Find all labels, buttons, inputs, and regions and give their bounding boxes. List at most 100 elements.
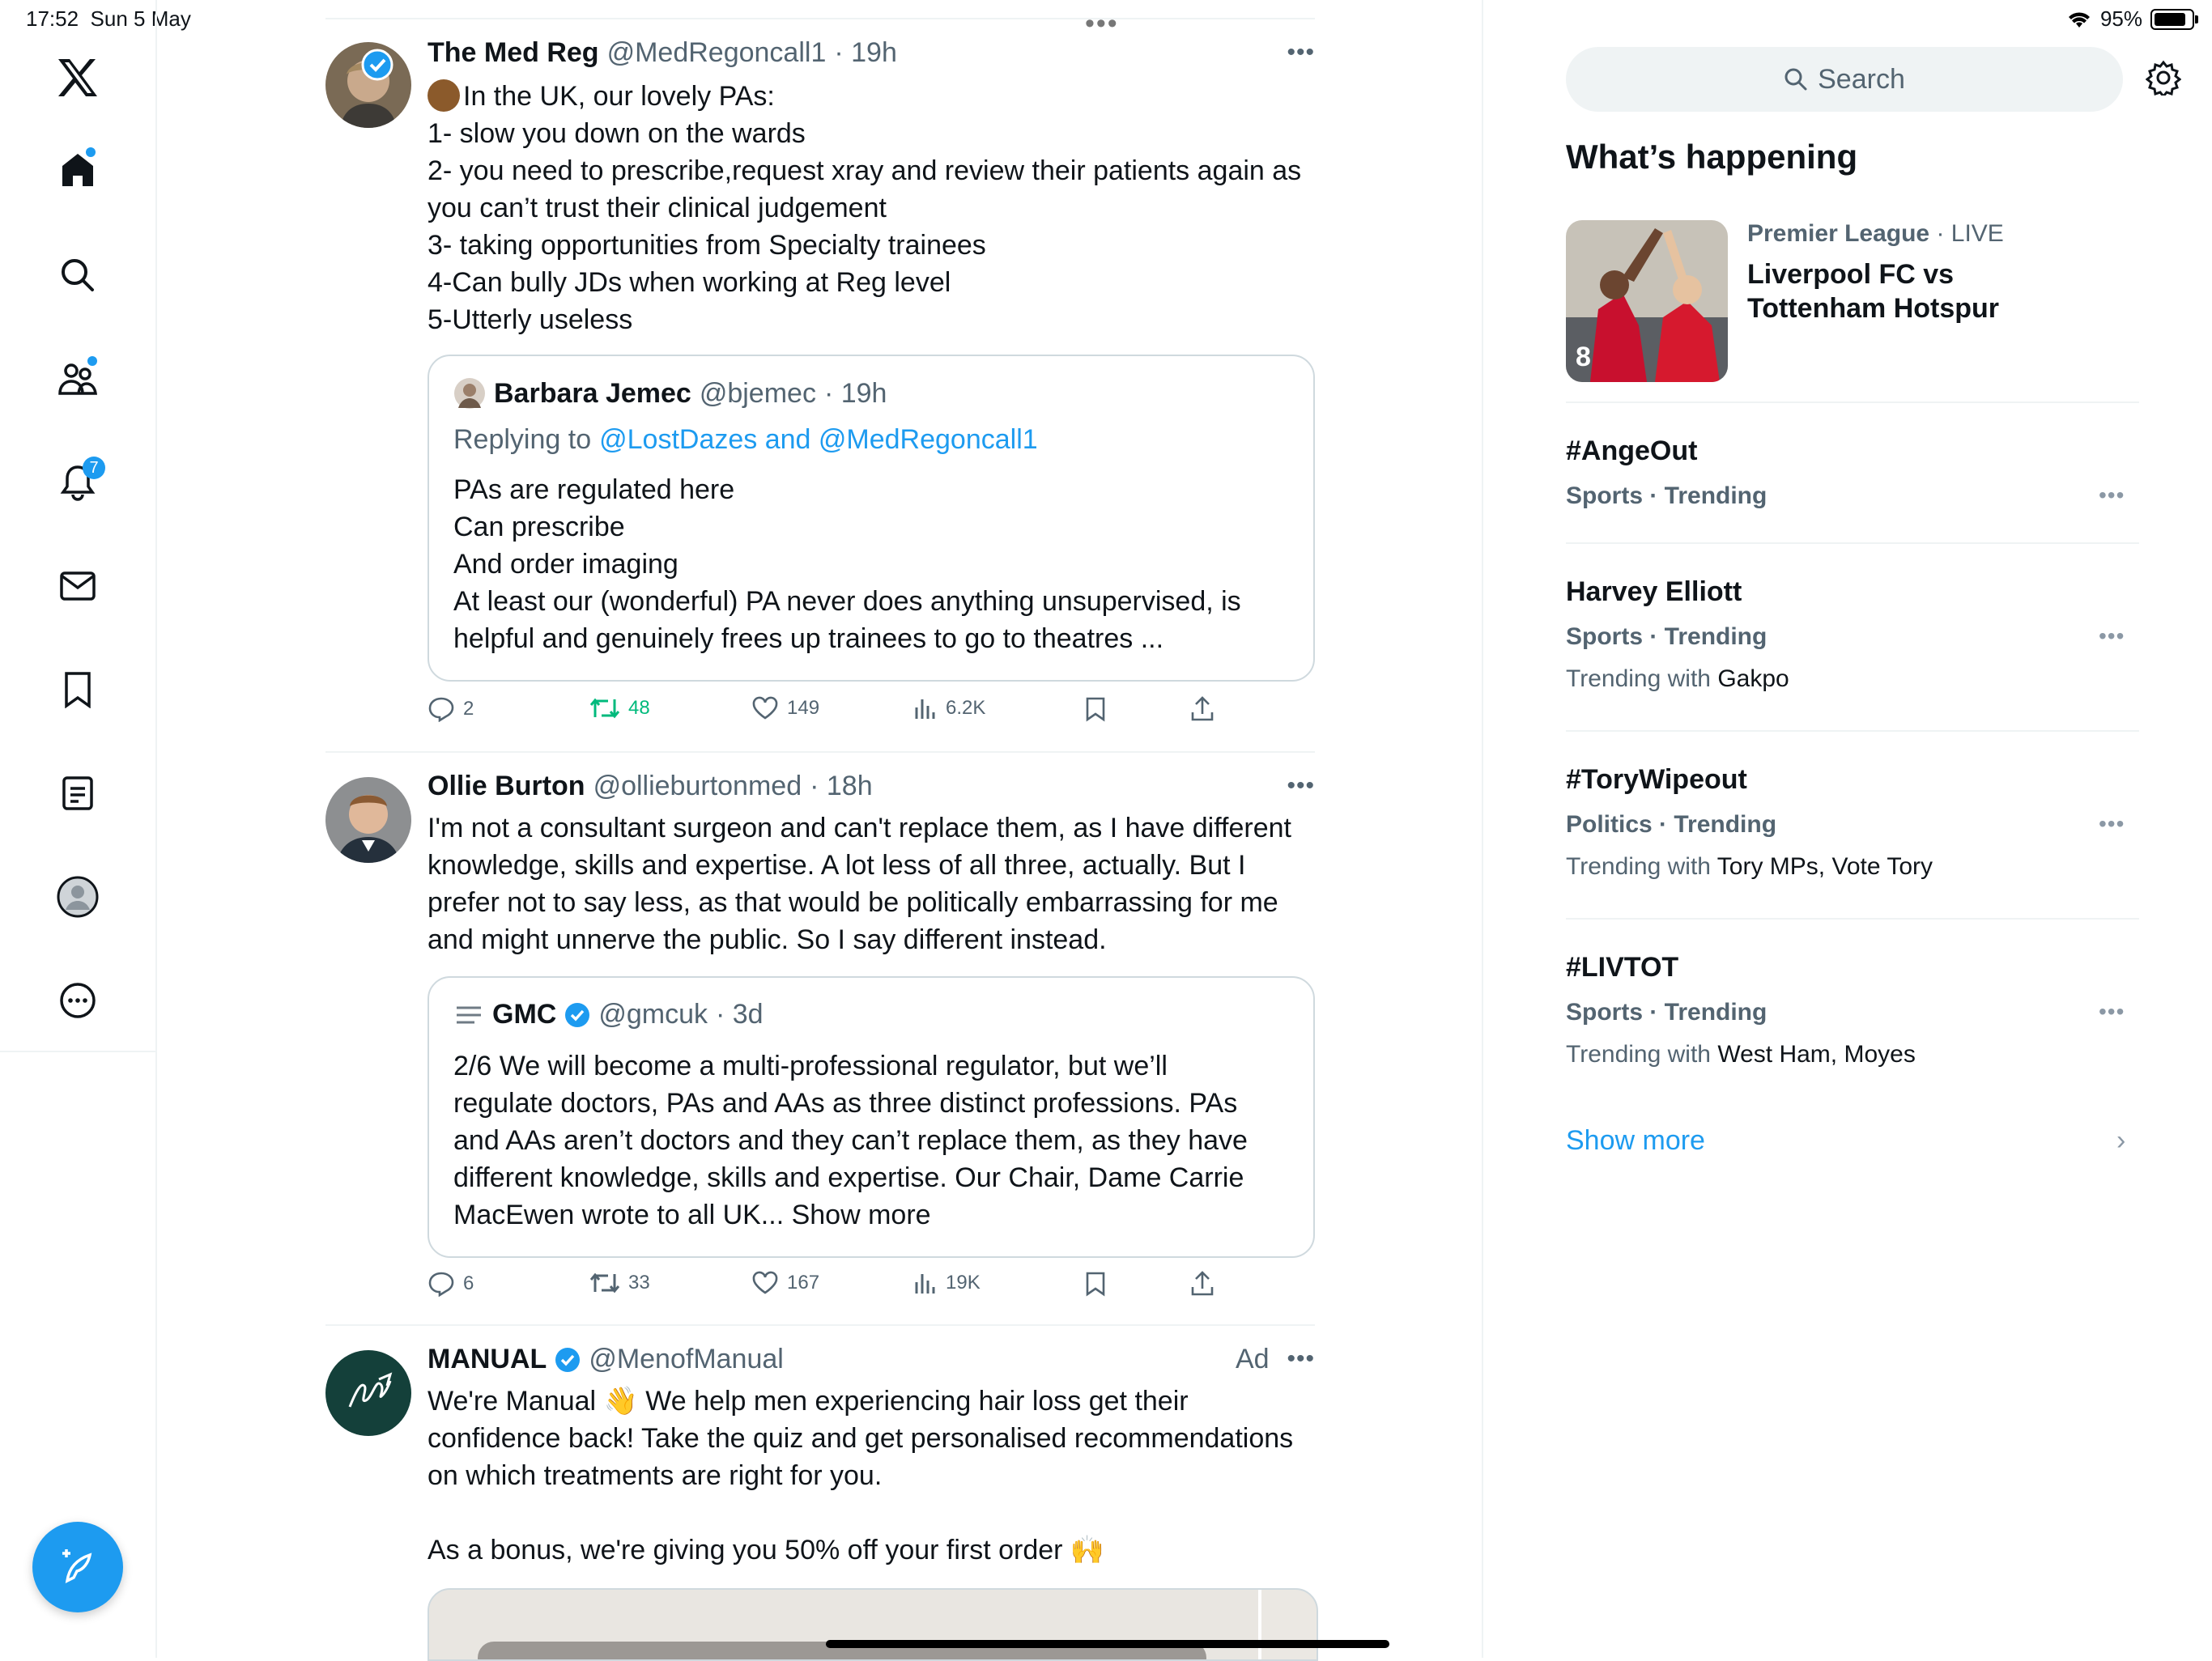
tweet-actions: 6 33 167 19K [428, 1271, 1237, 1303]
notifications-icon[interactable]: 7 [53, 457, 105, 507]
views-button[interactable]: 19K [913, 1271, 981, 1295]
trend-title: Harvey Elliott [1566, 576, 1742, 607]
reply-button[interactable]: 2 [428, 696, 474, 722]
profile-icon[interactable] [53, 873, 102, 921]
chevron-right-icon[interactable]: › [2116, 1125, 2125, 1157]
trend-related: Trending with Tory MPs, Vote Tory [1566, 853, 1933, 880]
event-category: Premier League [1747, 220, 1930, 247]
trend-more-icon[interactable]: ••• [2099, 999, 2125, 1025]
side-navigation [0, 0, 157, 1658]
bookmark-button[interactable] [1085, 1271, 1106, 1297]
communities-new-dot [87, 356, 97, 366]
quoted-author-name: GMC [492, 999, 557, 1030]
author-name[interactable]: Ollie Burton [428, 771, 585, 802]
author-handle[interactable]: @MenofManual [589, 1344, 784, 1375]
more-options-icon[interactable]: ••• [1287, 39, 1315, 66]
avatar[interactable] [325, 1350, 411, 1436]
trend-title: #LIVTOT [1566, 952, 1679, 983]
bookmarks-icon[interactable] [53, 665, 102, 714]
avatar [454, 378, 485, 409]
trend-meta: Politics · Trending [1566, 811, 1777, 838]
show-more-link[interactable]: Show more [1566, 1125, 1705, 1157]
more-options-icon[interactable]: ••• [1287, 772, 1315, 800]
trend-more-icon[interactable]: ••• [2099, 482, 2125, 508]
messages-icon[interactable] [53, 562, 102, 610]
quoted-author-handle: @bjemec [699, 377, 816, 409]
author-name[interactable]: The Med Reg [428, 37, 599, 69]
ad-label: Ad [1236, 1344, 1270, 1374]
reply-icon [428, 697, 454, 722]
lists-icon[interactable] [53, 769, 102, 818]
event-image: 8 [1566, 220, 1728, 382]
post-time[interactable]: · 19h [834, 37, 897, 69]
compose-post-button[interactable] [32, 1522, 123, 1612]
retweet-button[interactable]: 48 [589, 696, 650, 720]
share-icon [1191, 696, 1214, 721]
quoted-author-handle: @gmcuk [598, 999, 708, 1030]
brown-circle-emoji [428, 79, 460, 112]
views-button[interactable]: 6.2K [913, 696, 985, 720]
event-title: Liverpool FC vs Tottenham Hotspur [1747, 259, 2000, 324]
event-status: · LIVE [1936, 220, 2004, 247]
trend-related: Trending with Gakpo [1566, 665, 1789, 692]
retweet-icon [589, 1272, 620, 1294]
avatar[interactable] [325, 42, 411, 128]
like-button[interactable]: 167 [751, 1271, 819, 1295]
home-icon[interactable] [53, 146, 102, 194]
tweet-actions: 2 48 149 6.2K [428, 696, 1237, 729]
verified-badge-icon [555, 1347, 581, 1372]
trend-meta: Sports · Trending [1566, 623, 1767, 650]
views-icon [915, 1274, 935, 1294]
heart-icon [752, 1271, 778, 1294]
search-input[interactable]: Search [1566, 47, 2123, 112]
communities-icon[interactable] [53, 355, 102, 403]
quoted-author-name: Barbara Jemec [494, 377, 691, 409]
settings-gear-icon[interactable] [2145, 60, 2182, 100]
trend-more-icon[interactable]: ••• [2099, 623, 2125, 649]
svg-text:8: 8 [1576, 342, 1591, 372]
trend-more-icon[interactable]: ••• [2099, 811, 2125, 837]
avatar[interactable] [325, 777, 411, 863]
retweet-icon [589, 698, 620, 719]
nav-divider [0, 1051, 155, 1052]
home-indicator[interactable] [826, 1640, 1389, 1648]
x-logo-icon[interactable] [53, 53, 102, 102]
reply-button[interactable]: 6 [428, 1271, 474, 1297]
gmc-logo-icon [453, 999, 484, 1030]
post-time[interactable]: · 18h [810, 771, 873, 802]
share-button[interactable] [1190, 696, 1214, 722]
quoted-post-time: · 3d [715, 999, 764, 1030]
quoted-tweet[interactable]: Barbara Jemec @bjemec · 19h Replying to … [428, 355, 1315, 682]
timeline-feed: The Med Reg @MedRegoncall1 · 19h ••• In … [325, 0, 1318, 1661]
author-name[interactable]: MANUAL [428, 1344, 547, 1375]
more-icon[interactable] [53, 976, 102, 1025]
tweet-text: In the UK, our lovely PAs: 1- slow you d… [428, 79, 1302, 335]
bookmark-icon [1086, 697, 1105, 722]
share-icon [1191, 1271, 1214, 1296]
share-button[interactable] [1190, 1271, 1214, 1297]
more-options-icon[interactable]: ••• [1287, 1345, 1315, 1373]
heart-icon [752, 696, 778, 720]
trend-title: #AngeOut [1566, 435, 1698, 466]
notifications-count-badge: 7 [83, 457, 105, 479]
views-icon [915, 699, 935, 719]
trend-title: #ToryWipeout [1566, 764, 1747, 795]
search-icon [1784, 68, 1807, 91]
author-handle[interactable]: @MedRegoncall1 [607, 37, 827, 69]
quoted-text: PAs are regulated here Can prescribe And… [453, 474, 1241, 654]
home-new-dot [86, 147, 96, 157]
bookmark-button[interactable] [1085, 696, 1106, 722]
retweet-button[interactable]: 33 [589, 1271, 650, 1295]
ad-media-carousel[interactable] [428, 1588, 1318, 1661]
replying-to-links[interactable]: @LostDazes and @MedRegoncall1 [599, 424, 1038, 456]
section-title: What’s happening [1566, 138, 1858, 176]
tweet-text: I'm not a consultant surgeon and can't r… [428, 813, 1291, 955]
author-handle[interactable]: @ollieburtonmed [593, 771, 802, 802]
replying-to: Replying to @LostDazes and @MedRegoncall… [453, 424, 1038, 456]
reply-icon [428, 1272, 454, 1297]
quoted-text: 2/6 We will become a multi-professional … [453, 1051, 1248, 1230]
search-icon[interactable] [53, 251, 102, 299]
quoted-tweet[interactable]: GMC @gmcuk · 3d 2/6 We will become a mul… [428, 976, 1315, 1258]
bookmark-icon [1086, 1272, 1105, 1297]
like-button[interactable]: 149 [751, 696, 819, 720]
